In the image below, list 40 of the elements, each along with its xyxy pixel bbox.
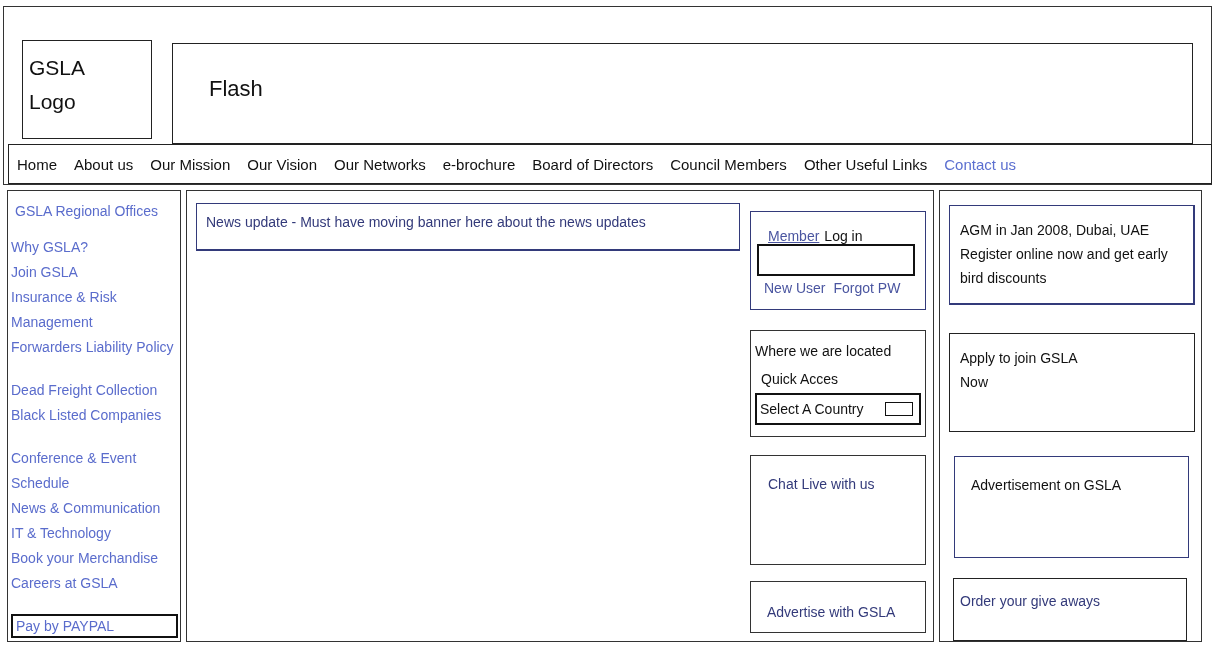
nav-link[interactable]: Home	[17, 155, 57, 173]
nav-link[interactable]: Board of Directors	[532, 155, 654, 173]
sidebar-link[interactable]: Why GSLA?	[11, 235, 178, 260]
sidebar-link[interactable]: News & Communication	[11, 496, 178, 521]
sidebar-link[interactable]: Join GSLA	[11, 260, 178, 285]
sidebar-link[interactable]: Careers at GSLA	[11, 571, 178, 596]
paypal-button[interactable]: Pay by PAYPAL	[11, 614, 178, 638]
nav-link[interactable]: Contact us	[944, 155, 1016, 173]
logo-text: GSLA Logo	[29, 56, 86, 113]
country-select[interactable]: Select A Country	[755, 393, 921, 425]
login-label: Log in	[824, 228, 863, 244]
sidebar-link[interactable]: Black Listed Companies	[11, 403, 178, 428]
chat-box[interactable]: Chat Live with us	[750, 455, 926, 565]
nav-link[interactable]: Other Useful Links	[803, 155, 928, 173]
sidebar-title[interactable]: GSLA Regional Offices	[15, 203, 178, 219]
new-user-link[interactable]: New User	[764, 280, 826, 296]
sidebar-link[interactable]: Insurance & Risk Management	[11, 285, 178, 335]
promo-box[interactable]: Advertisement on GSLA	[954, 455, 1189, 558]
sidebar-link[interactable]: Forwarders Liability Policy	[11, 335, 178, 360]
news-banner: News update - Must have moving banner here about the news updates	[196, 203, 740, 251]
sidebar-link[interactable]: Book your Merchandise	[11, 546, 178, 571]
promo-box[interactable]: Order your give aways	[953, 577, 1187, 641]
member-link[interactable]: Member	[768, 228, 820, 244]
nav-link[interactable]: About us	[74, 155, 134, 173]
nav-link[interactable]: Our Vision	[247, 155, 318, 173]
advertise-box[interactable]: Advertise with GSLA	[750, 581, 926, 633]
sidebar-link[interactable]: Conference & Event Schedule	[11, 446, 178, 496]
forgot-password-link[interactable]: Forgot PW	[833, 280, 901, 296]
quick-access-label: Quick Acces	[760, 370, 840, 389]
flash-banner: Flash	[172, 43, 1193, 144]
nav-link[interactable]: Our Mission	[150, 155, 231, 173]
promo-box[interactable]: Apply to join GSLA Now	[949, 333, 1195, 432]
location-title: Where we are located	[755, 342, 893, 361]
nav-link[interactable]: Council Members	[670, 155, 787, 173]
login-field[interactable]	[757, 244, 915, 276]
nav-link[interactable]: e-brochure	[442, 155, 516, 173]
sidebar-link[interactable]: IT & Technology	[11, 521, 178, 546]
sidebar-link[interactable]: Dead Freight Collection	[11, 378, 178, 403]
nav-link[interactable]: Our Networks	[334, 155, 426, 173]
promo-box[interactable]: AGM in Jan 2008, Dubai, UAE Register online now and get early bird discounts	[949, 205, 1195, 306]
